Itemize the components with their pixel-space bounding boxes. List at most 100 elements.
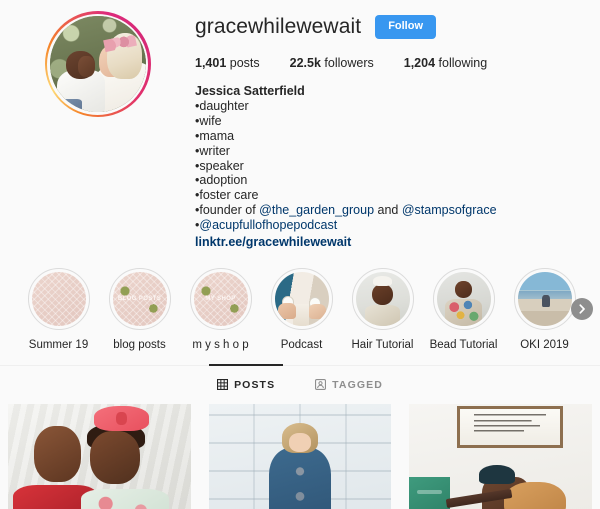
bio-line: •wife bbox=[195, 113, 222, 128]
highlight-cover bbox=[274, 271, 329, 326]
mention-stampsofgrace[interactable]: @stampsofgrace bbox=[402, 203, 497, 217]
highlight-ring bbox=[270, 267, 333, 330]
post-sign-text-lines bbox=[473, 414, 546, 440]
profile-header: gracewhilewewait Follow 1,401 posts 22.5… bbox=[0, 0, 600, 250]
avatar-story-ring[interactable] bbox=[44, 11, 151, 117]
bio-section: Jessica Satterfield •daughter •wife •mam… bbox=[195, 84, 600, 250]
highlight-bead-tutorial[interactable]: Bead Tutorial bbox=[423, 267, 504, 351]
highlight-hair-tutorial[interactable]: Hair Tutorial bbox=[342, 267, 423, 351]
mention-the-garden-group[interactable]: @the_garden_group bbox=[259, 203, 374, 217]
cover-dress bbox=[445, 298, 482, 326]
highlight-ring: my shop bbox=[189, 267, 252, 330]
post-guitar-with-sign[interactable] bbox=[409, 403, 593, 509]
followers-label: followers bbox=[324, 56, 374, 70]
highlight-ring: blog posts bbox=[108, 267, 171, 330]
bio-line: •mama bbox=[195, 128, 235, 143]
highlight-ring bbox=[513, 267, 576, 330]
tagged-person-icon bbox=[315, 379, 327, 391]
bio-line: •writer bbox=[195, 143, 230, 158]
instagram-profile-page: gracewhilewewait Follow 1,401 posts 22.5… bbox=[0, 0, 600, 509]
highlight-label: Podcast bbox=[280, 338, 323, 351]
followers-count: 22.5k bbox=[289, 56, 321, 70]
tab-posts-label: POSTS bbox=[234, 378, 276, 391]
posts-label: posts bbox=[229, 56, 260, 70]
highlight-ring bbox=[351, 267, 414, 330]
avatar-child-face bbox=[78, 56, 95, 78]
highlight-label: Hair Tutorial bbox=[351, 338, 414, 351]
stats-row: 1,401 posts 22.5k followers 1,204 follow… bbox=[195, 56, 600, 70]
chevron-right-icon[interactable] bbox=[571, 297, 593, 320]
highlight-cover bbox=[31, 271, 86, 326]
post-woman-blue-dress[interactable] bbox=[208, 403, 392, 509]
highlight-cover: my shop bbox=[193, 271, 248, 326]
mention-acupfullofhopepodcast[interactable]: @acupfullofhopepodcast bbox=[199, 218, 337, 232]
post-baseball-cap bbox=[478, 464, 516, 485]
highlight-cover: blog posts bbox=[112, 271, 167, 326]
avatar-column bbox=[0, 8, 195, 250]
highlight-cover bbox=[517, 271, 572, 326]
tab-tagged-label: TAGGED bbox=[332, 378, 383, 391]
post-grid bbox=[0, 403, 600, 509]
founder-joiner: and bbox=[374, 203, 402, 218]
highlight-summer-19[interactable]: Summer 19 bbox=[18, 267, 99, 351]
stat-posts[interactable]: 1,401 posts bbox=[195, 56, 260, 70]
hair-bow-icon bbox=[93, 406, 149, 431]
bio-line: •adoption bbox=[195, 173, 248, 188]
stat-followers[interactable]: 22.5k followers bbox=[290, 56, 374, 70]
post-girl-dress bbox=[81, 489, 169, 509]
bio-line: •daughter bbox=[195, 98, 249, 113]
cover-body bbox=[365, 305, 400, 326]
tab-posts[interactable]: POSTS bbox=[209, 364, 284, 404]
profile-tabs: POSTS TAGGED bbox=[0, 364, 600, 404]
highlight-my-shop[interactable]: my shop m y s h o p bbox=[180, 267, 261, 351]
post-green-dresser bbox=[409, 477, 450, 509]
grid-icon bbox=[217, 379, 229, 391]
cover-face bbox=[454, 280, 473, 298]
highlight-label: m y s h o p bbox=[192, 338, 249, 351]
highlight-cover-text: blog posts bbox=[117, 295, 162, 302]
avatar[interactable] bbox=[49, 16, 146, 112]
stat-following[interactable]: 1,204 following bbox=[404, 56, 487, 70]
tab-tagged[interactable]: TAGGED bbox=[315, 365, 383, 404]
post-wall-sign bbox=[456, 406, 563, 448]
highlight-podcast[interactable]: Podcast bbox=[261, 267, 342, 351]
highlight-blog-posts[interactable]: blog posts blog posts bbox=[99, 267, 180, 351]
bio-line: •foster care bbox=[195, 188, 259, 203]
highlight-label: OKI 2019 bbox=[520, 338, 569, 351]
post-boy-head bbox=[33, 425, 82, 483]
following-label: following bbox=[438, 56, 488, 70]
highlight-label: blog posts bbox=[113, 338, 166, 351]
bio-line-podcast: •@acupfullofhopepodcast bbox=[195, 218, 600, 233]
post-blue-dress bbox=[268, 447, 332, 509]
bio-full-name: Jessica Satterfield bbox=[195, 84, 305, 98]
highlight-label: Summer 19 bbox=[28, 338, 89, 351]
posts-count: 1,401 bbox=[195, 56, 227, 70]
highlight-ring bbox=[27, 267, 90, 330]
story-highlights: Summer 19 blog posts blog posts my shop … bbox=[0, 267, 600, 351]
website-link[interactable]: linktr.ee/gracewhilewewait bbox=[195, 235, 351, 250]
highlight-cover bbox=[436, 271, 491, 326]
highlight-cover-text: my shop bbox=[205, 295, 236, 302]
post-children-smiling[interactable] bbox=[8, 403, 191, 509]
guitar-icon bbox=[504, 482, 567, 509]
cover-hand bbox=[309, 304, 327, 320]
bio-line: •speaker bbox=[195, 158, 244, 173]
bio-line-founder: •founder of @the_garden_group and @stamp… bbox=[195, 203, 600, 218]
cover-hand bbox=[277, 303, 297, 320]
avatar-inner-border bbox=[47, 13, 148, 115]
profile-info-column: gracewhilewewait Follow 1,401 posts 22.5… bbox=[195, 8, 600, 250]
cover-figure bbox=[542, 294, 550, 307]
cover-face bbox=[371, 283, 394, 306]
following-count: 1,204 bbox=[403, 56, 436, 70]
highlight-cover bbox=[355, 271, 410, 326]
avatar-child-pants bbox=[55, 98, 83, 112]
hair-bow-icon bbox=[373, 276, 392, 286]
username-row: gracewhilewewait Follow bbox=[195, 12, 600, 42]
highlight-ring bbox=[432, 267, 495, 330]
post-girl-head bbox=[90, 430, 140, 485]
follow-button[interactable]: Follow bbox=[375, 15, 437, 39]
founder-prefix: •founder of bbox=[195, 203, 260, 218]
highlight-label: Bead Tutorial bbox=[429, 338, 498, 351]
page-title: gracewhilewewait bbox=[195, 15, 362, 39]
post-woman-face bbox=[289, 433, 311, 452]
